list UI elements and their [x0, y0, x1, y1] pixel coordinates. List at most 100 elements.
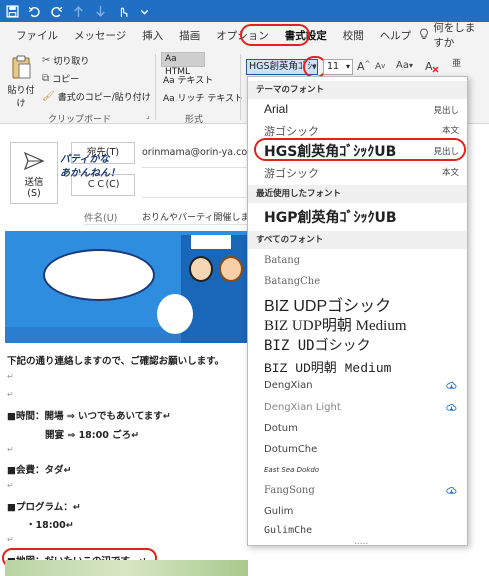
font-item-dotumche[interactable]: DotumChe [248, 444, 467, 455]
body-line: ↵ [7, 390, 14, 399]
tab-message[interactable]: メッセージ [66, 28, 134, 43]
font-item-batang[interactable]: Batang [248, 255, 467, 266]
font-item-label: FangSong [264, 485, 315, 496]
tab-review[interactable]: 校閲 [335, 28, 372, 43]
tell-me-search[interactable]: 何をしますか [419, 20, 489, 50]
aa-prefix: Aa [165, 54, 177, 64]
subject-field[interactable]: おりんやパーティ開催します [142, 210, 258, 223]
font-item-label: HGP創英角ｺﾞｼｯｸUB [264, 210, 397, 226]
font-item-fangsong[interactable]: FangSong [248, 485, 467, 496]
plain-text-format-button[interactable]: Aa テキスト [163, 73, 213, 86]
dialog-launcher-icon[interactable]: ⌟ [146, 111, 150, 120]
body-line: ↵ [7, 372, 14, 381]
font-item-yu-gothic[interactable]: 游ゴシック 本文 [248, 123, 467, 139]
font-item-dengxian-light[interactable]: DengXian Light [248, 402, 467, 413]
aa-prefix: Aa [163, 76, 175, 86]
copy-icon: ⧉ [42, 73, 50, 84]
subject-label: 件名(U) [84, 213, 118, 224]
send-shortcut: (S) [27, 188, 41, 199]
send-label: 送信 [24, 177, 44, 188]
font-item-yu-gothic[interactable]: 游ゴシック 本文 [248, 165, 467, 181]
tab-help[interactable]: ヘルプ [372, 28, 420, 43]
font-item-gulim[interactable]: Gulim [248, 506, 467, 517]
clear-formatting-button[interactable]: A [424, 58, 442, 76]
brush-icon: 🖌 [42, 91, 55, 102]
phonetic-guide-button[interactable]: 亜 [452, 56, 461, 69]
grow-font-label: A [357, 60, 365, 73]
grow-arrow-icon: ^ [364, 60, 371, 68]
copy-label: コピー [52, 75, 80, 85]
speech-bubble [43, 249, 155, 301]
shrink-font-button[interactable]: Av [375, 62, 385, 72]
font-dropdown-list: テーマのフォント Arial 見出し 游ゴシック 本文 HGS創英角ｺﾞｼｯｸU… [247, 76, 468, 547]
font-item-gulimche[interactable]: GulimChe [248, 525, 467, 536]
size-dropdown-icon: ▾ [345, 62, 350, 71]
send-button[interactable]: 送信 (S) [10, 142, 58, 204]
undo-icon[interactable] [28, 5, 41, 18]
font-item-dengxian[interactable]: DengXian [248, 380, 467, 391]
phonetic-label: 亜 [452, 59, 462, 69]
grow-font-button[interactable]: A^ [357, 60, 370, 73]
banner-sign [191, 235, 231, 249]
font-item-arial[interactable]: Arial 見出し [248, 102, 467, 116]
body-line: ■プログラム：↵ [7, 502, 81, 513]
font-item-east-sea-dokdo[interactable]: East Sea Dokdo [248, 466, 467, 474]
tab-draw[interactable]: 描画 [171, 28, 208, 43]
send-icon [11, 151, 57, 174]
rich-text-format-button[interactable]: Aa リッチ テキスト [163, 91, 243, 104]
body-line: 下記の通り連絡しますので、ご確認お願いします。 [7, 356, 225, 367]
cut-button[interactable]: ✂ 切り取り [42, 54, 89, 67]
font-item-biz-udgothic[interactable]: BIZ UDゴシック [248, 335, 467, 355]
tell-me-label: 何をしますか [433, 22, 476, 49]
change-case-dropdown-icon: ▾ [408, 61, 413, 70]
cc-divider [142, 197, 248, 198]
paste-button[interactable]: 貼り付け [4, 54, 38, 109]
font-item-tag: 本文 [441, 126, 459, 136]
format-painter-label: 書式のコピー/貼り付け [57, 93, 151, 103]
shrink-arrow-icon: v [381, 62, 386, 70]
html-format-button[interactable]: Aa HTML [161, 52, 205, 77]
body-line: ■時間：開場 ⇒ いつでもあいてます↵ [7, 411, 171, 422]
banner-text-line2: あかんねん！ [60, 168, 120, 179]
redo-icon[interactable] [50, 5, 63, 18]
font-item-biz-ud-mincho[interactable]: BIZ UD明朝 Medium [248, 357, 467, 376]
font-item-hgp-soei-kaku-gothic[interactable]: HGP創英角ｺﾞｼｯｸUB [248, 207, 467, 227]
dropdown-icon[interactable] [138, 5, 151, 18]
all-fonts-header: すべてのフォント [248, 231, 467, 249]
font-item-label: DengXian [264, 380, 313, 391]
banner-text-line1: パティかな [60, 154, 110, 165]
font-item-biz-udp-mincho[interactable]: BIZ UDP明朝 Medium [248, 314, 467, 335]
font-size-box[interactable]: 11 ▾ [323, 59, 353, 75]
tab-file[interactable]: ファイル [8, 28, 66, 43]
down-icon[interactable] [94, 5, 107, 18]
font-item-label: 游ゴシック [264, 125, 319, 138]
banner-image [5, 231, 248, 343]
copy-button[interactable]: ⧉ コピー [42, 72, 79, 85]
font-item-tag: 見出し [433, 105, 459, 115]
font-item-dotum[interactable]: Dotum [248, 423, 467, 434]
more-indicator[interactable]: ..... [354, 537, 368, 547]
up-icon[interactable] [72, 5, 85, 18]
font-item-label: 游ゴシック [264, 167, 319, 180]
quick-access-toolbar [0, 0, 489, 22]
cloud-download-icon [446, 486, 457, 494]
change-case-label: Aa [396, 60, 409, 71]
cut-label: 切り取り [53, 57, 90, 67]
lightbulb-icon [419, 27, 429, 43]
highlight-circle-font [254, 138, 466, 161]
format-painter-button[interactable]: 🖌 書式のコピー/貼り付け [42, 90, 151, 103]
highlight-circle-tab [240, 24, 310, 46]
scissors-icon: ✂ [42, 55, 51, 66]
ribbon-separator [240, 54, 241, 120]
svg-text:A: A [425, 60, 433, 73]
font-item-biz-udpgothic[interactable]: BIZ UDPゴシック [248, 292, 467, 316]
richtext-label: リッチ テキスト [177, 94, 244, 104]
theme-fonts-header: テーマのフォント [248, 81, 467, 99]
tab-insert[interactable]: 挿入 [134, 28, 171, 43]
save-icon[interactable] [6, 4, 19, 18]
touch-icon[interactable] [116, 5, 129, 18]
ribbon-separator [155, 54, 156, 120]
font-item-batangche[interactable]: BatangChe [248, 276, 467, 287]
change-case-button[interactable]: Aa▾ [396, 60, 413, 71]
to-field[interactable]: orinmama@orin-ya.co... [142, 147, 256, 158]
